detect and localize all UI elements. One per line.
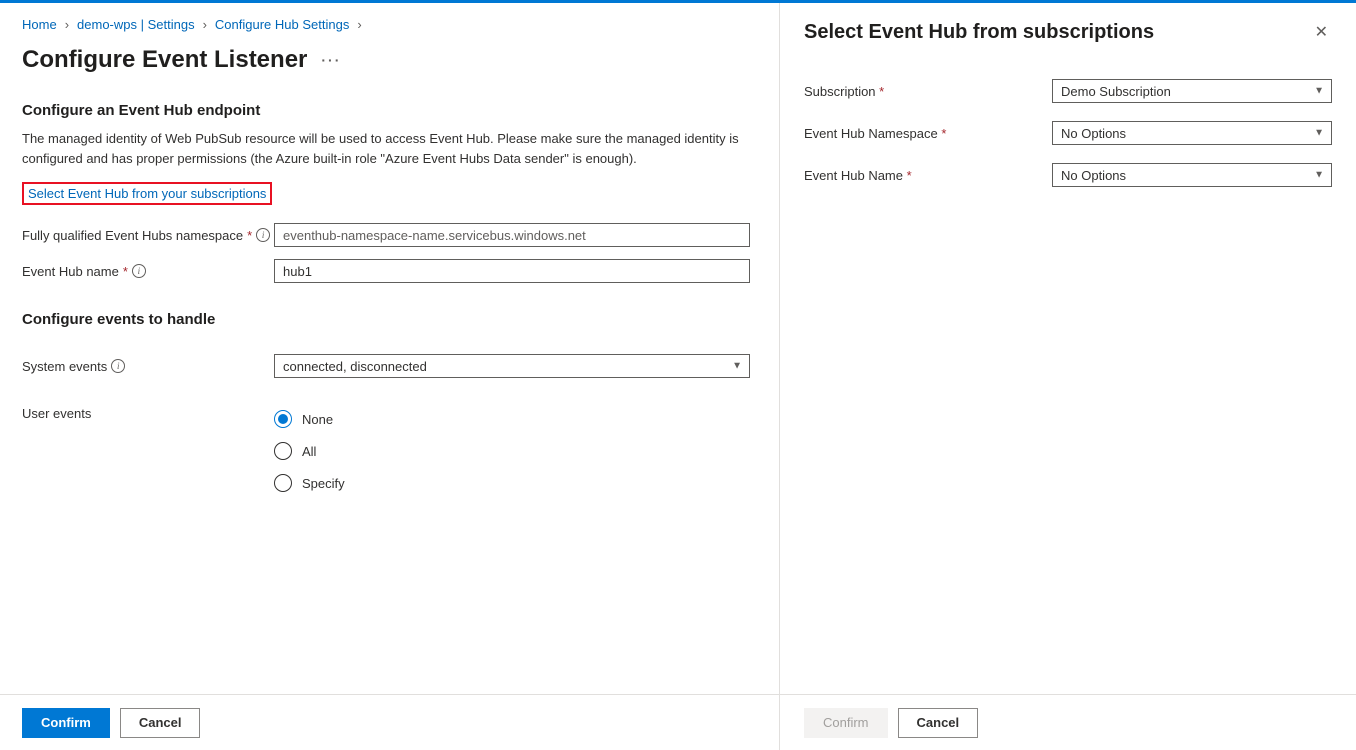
panel-cancel-button[interactable]: Cancel — [898, 708, 979, 738]
system-events-label: System events i — [22, 359, 274, 374]
page-title: Configure Event Listener ··· — [22, 46, 757, 74]
breadcrumb-item-hub-settings[interactable]: Configure Hub Settings — [215, 17, 349, 32]
radio-circle-icon — [274, 442, 292, 460]
namespace-row: Fully qualified Event Hubs namespace * i — [22, 223, 757, 247]
required-asterisk: * — [907, 168, 912, 183]
system-events-row: System events i connected, disconnected … — [22, 354, 757, 378]
panel-title: Select Event Hub from subscriptions — [804, 21, 1154, 44]
panel-subscription-select-wrap: Demo Subscription ▼ — [1052, 79, 1332, 103]
user-events-radio-group: None All Specify — [274, 406, 345, 492]
side-panel: Select Event Hub from subscriptions ✕ Su… — [780, 3, 1356, 750]
radio-all[interactable]: All — [274, 442, 345, 460]
system-events-select[interactable]: connected, disconnected — [274, 354, 750, 378]
hubname-label-text: Event Hub name — [22, 264, 119, 279]
confirm-button[interactable]: Confirm — [22, 708, 110, 738]
hubname-row: Event Hub name * i — [22, 259, 757, 283]
user-events-row: User events None All Specify — [22, 406, 757, 492]
panel-name-label: Event Hub Name * — [804, 168, 1052, 183]
panel-namespace-select[interactable]: No Options — [1052, 121, 1332, 145]
system-events-label-text: System events — [22, 359, 107, 374]
highlight-box: Select Event Hub from your subscriptions — [22, 182, 272, 205]
namespace-label-text: Fully qualified Event Hubs namespace — [22, 228, 243, 243]
panel-namespace-row: Event Hub Namespace * No Options ▼ — [804, 121, 1332, 145]
select-from-subscriptions-link[interactable]: Select Event Hub from your subscriptions — [28, 186, 266, 201]
panel-namespace-label-text: Event Hub Namespace — [804, 126, 938, 141]
chevron-right-icon: › — [65, 17, 69, 32]
system-events-select-wrap: connected, disconnected ▼ — [274, 354, 750, 378]
panel-name-select-wrap: No Options ▼ — [1052, 163, 1332, 187]
namespace-label: Fully qualified Event Hubs namespace * i — [22, 228, 274, 243]
info-icon[interactable]: i — [256, 228, 270, 242]
hubname-label: Event Hub name * i — [22, 264, 274, 279]
info-icon[interactable]: i — [132, 264, 146, 278]
breadcrumb-item-resource[interactable]: demo-wps | Settings — [77, 17, 195, 32]
radio-none-label: None — [302, 412, 333, 427]
panel-name-select[interactable]: No Options — [1052, 163, 1332, 187]
radio-all-label: All — [302, 444, 316, 459]
required-asterisk: * — [941, 126, 946, 141]
panel-confirm-button: Confirm — [804, 708, 888, 738]
radio-specify[interactable]: Specify — [274, 474, 345, 492]
breadcrumb: Home › demo-wps | Settings › Configure H… — [22, 17, 757, 32]
more-icon[interactable]: ··· — [321, 52, 341, 68]
main-content: Home › demo-wps | Settings › Configure H… — [0, 3, 780, 750]
endpoint-description: The managed identity of Web PubSub resou… — [22, 129, 742, 168]
hubname-input[interactable] — [274, 259, 750, 283]
radio-none[interactable]: None — [274, 410, 345, 428]
panel-subscription-select[interactable]: Demo Subscription — [1052, 79, 1332, 103]
panel-namespace-label: Event Hub Namespace * — [804, 126, 1052, 141]
radio-specify-label: Specify — [302, 476, 345, 491]
info-icon[interactable]: i — [111, 359, 125, 373]
breadcrumb-item-home[interactable]: Home — [22, 17, 57, 32]
required-asterisk: * — [247, 228, 252, 243]
page-title-text: Configure Event Listener — [22, 46, 307, 74]
required-asterisk: * — [879, 84, 884, 99]
left-footer: Confirm Cancel — [0, 694, 779, 750]
required-asterisk: * — [123, 264, 128, 279]
panel-subscription-label: Subscription * — [804, 84, 1052, 99]
panel-subscription-row: Subscription * Demo Subscription ▼ — [804, 79, 1332, 103]
events-heading: Configure events to handle — [22, 311, 757, 328]
panel-name-row: Event Hub Name * No Options ▼ — [804, 163, 1332, 187]
panel-namespace-select-wrap: No Options ▼ — [1052, 121, 1332, 145]
namespace-input[interactable] — [274, 223, 750, 247]
panel-header: Select Event Hub from subscriptions ✕ — [804, 21, 1332, 45]
radio-circle-icon — [274, 410, 292, 428]
user-events-label: User events — [22, 406, 274, 421]
panel-name-label-text: Event Hub Name — [804, 168, 903, 183]
cancel-button[interactable]: Cancel — [120, 708, 201, 738]
chevron-right-icon: › — [357, 17, 361, 32]
user-events-label-text: User events — [22, 406, 91, 421]
endpoint-heading: Configure an Event Hub endpoint — [22, 102, 757, 119]
close-icon[interactable]: ✕ — [1311, 21, 1332, 45]
panel-footer: Confirm Cancel — [780, 694, 1356, 750]
radio-circle-icon — [274, 474, 292, 492]
panel-subscription-label-text: Subscription — [804, 84, 876, 99]
chevron-right-icon: › — [203, 17, 207, 32]
